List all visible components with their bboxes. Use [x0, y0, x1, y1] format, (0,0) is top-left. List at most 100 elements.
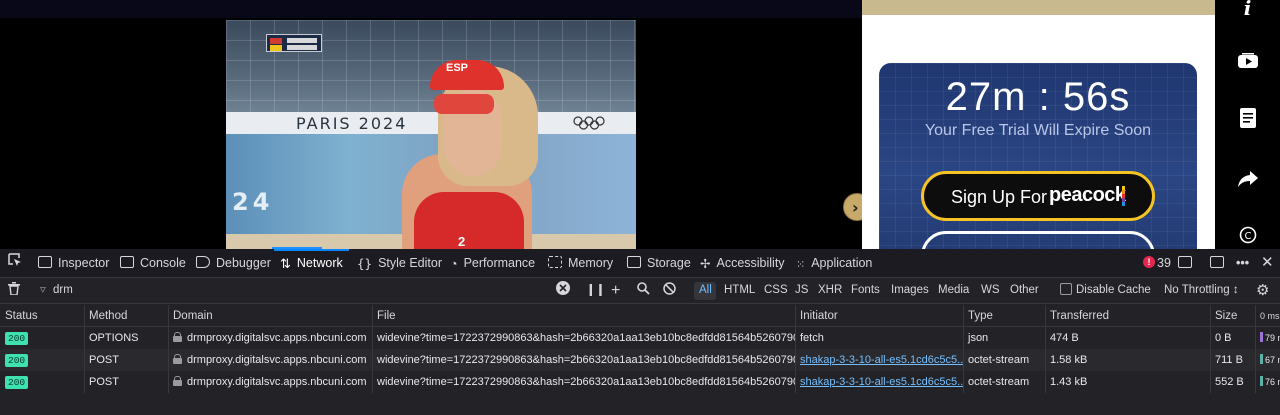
transcript-icon[interactable] [1215, 108, 1280, 133]
tab-application[interactable]: ⁙ Application [796, 249, 872, 277]
block-icon[interactable] [663, 278, 676, 303]
filter-css[interactable]: CSS [764, 278, 788, 303]
search-icon[interactable] [637, 278, 650, 303]
col-type[interactable]: Type [963, 305, 1045, 327]
col-domain[interactable]: Domain [168, 305, 372, 327]
status-cell: 200 [0, 371, 84, 393]
status-cell: 200 [0, 327, 84, 349]
table-row[interactable]: 200 POST drmproxy.digitalsvc.apps.nbcuni… [0, 371, 1280, 393]
filter-images[interactable]: Images [891, 278, 929, 303]
clear-filter-button[interactable] [556, 278, 570, 303]
info-icon[interactable]: i [1215, 0, 1280, 20]
storage-icon [627, 256, 641, 268]
type-cell: json [968, 332, 989, 344]
status-cell: 200 [0, 349, 84, 371]
initiator-link[interactable]: shakap-3-3-10-all-es5.1cd6c5c5... [795, 349, 963, 371]
share-icon[interactable] [1215, 168, 1280, 192]
tab-accessibility[interactable]: ✢ Accessibility [700, 249, 785, 277]
initiator-cell: fetch [800, 332, 824, 344]
tab-debugger[interactable]: Debugger [196, 249, 271, 277]
domain-cell: drmproxy.digitalsvc.apps.nbcuni.com [168, 371, 372, 393]
filter-fonts[interactable]: Fonts [851, 278, 880, 303]
tab-network-label: Network [296, 256, 343, 270]
dock-button[interactable] [1210, 249, 1230, 277]
style-editor-icon: {} [357, 256, 373, 271]
youtube-icon[interactable] [1215, 50, 1280, 74]
chevron-right-icon: › [852, 198, 859, 217]
network-filter-bar: ▿ drm ❙❙ + All HTML CSS JS XHR Fonts Ima… [0, 278, 1280, 304]
clear-filter-icon [556, 281, 570, 295]
filter-ws[interactable]: WS [981, 278, 1000, 303]
close-icon[interactable]: ✕ [1261, 249, 1274, 277]
svg-text:C: C [1244, 231, 1251, 242]
tab-memory[interactable]: Memory [548, 249, 613, 277]
col-transferred[interactable]: Transferred [1045, 305, 1210, 327]
filter-xhr[interactable]: XHR [818, 278, 842, 303]
sign-up-button[interactable]: Sign Up For peacock [921, 171, 1155, 221]
settings-gear-icon[interactable]: ⚙ [1256, 278, 1269, 303]
col-method[interactable]: Method [84, 305, 168, 327]
video-board-text: 24 [232, 188, 274, 216]
tab-accessibility-label: Accessibility [716, 256, 785, 270]
secondary-button[interactable] [921, 231, 1155, 249]
scoreboard-overlay [266, 34, 322, 52]
copyright-icon[interactable]: C [1215, 225, 1280, 249]
col-status[interactable]: Status [0, 305, 84, 327]
responsive-mode-button[interactable] [1178, 249, 1198, 277]
timing-bar [1260, 376, 1263, 386]
lock-icon [173, 332, 182, 342]
col-file[interactable]: File [372, 305, 795, 327]
disable-cache-label: Disable Cache [1076, 284, 1151, 296]
tab-application-label: Application [811, 256, 873, 270]
domain-text: drmproxy.digitalsvc.apps.nbcuni.com [187, 376, 367, 388]
side-rail: i C [1215, 0, 1280, 249]
tab-debugger-label: Debugger [216, 256, 271, 270]
filter-all[interactable]: All [699, 278, 712, 303]
file-cell: widevine?time=1722372990863&hash=2b66320… [377, 354, 795, 366]
table-row[interactable]: 200 POST drmproxy.digitalsvc.apps.nbcuni… [0, 349, 1280, 371]
filter-urls-input[interactable]: drm [53, 278, 533, 303]
timing-text: 67 ms [1265, 355, 1280, 365]
transferred-cell: 1.58 kB [1050, 354, 1088, 366]
status-badge: 200 [5, 354, 29, 367]
disable-cache-checkbox[interactable]: Disable Cache [1060, 278, 1151, 303]
table-row[interactable]: 200 OPTIONS drmproxy.digitalsvc.apps.nbc… [0, 327, 1280, 349]
filter-icon: ▿ [40, 284, 46, 296]
tab-style-editor[interactable]: {} Style Editor [357, 249, 442, 277]
initiator-link[interactable]: shakap-3-3-10-all-es5.1cd6c5c5... [795, 371, 963, 393]
pause-icon[interactable]: ❙❙ [586, 278, 605, 303]
tab-performance-label: Performance [463, 256, 536, 270]
size-cell: 552 B [1215, 376, 1244, 388]
tab-storage[interactable]: Storage [627, 249, 691, 277]
timing-cell: 76 ms [1255, 371, 1280, 393]
tab-inspector[interactable]: Inspector [38, 249, 109, 277]
tab-console[interactable]: Console [120, 249, 186, 277]
col-size[interactable]: Size [1210, 305, 1255, 327]
ad-panel: 27m : 56s Your Free Trial Will Expire So… [862, 0, 1215, 249]
filter-html[interactable]: HTML [724, 278, 755, 303]
tab-memory-label: Memory [568, 256, 614, 270]
filter-js[interactable]: JS [795, 278, 808, 303]
add-icon[interactable]: + [611, 278, 620, 303]
tab-console-label: Console [140, 256, 186, 270]
video-player[interactable]: PARIS 2024 24 ESP 2 [226, 20, 636, 249]
devtools-toolbar: Inspector Console Debugger ⇅ Network {} St… [0, 249, 1280, 278]
clear-requests-button[interactable] [8, 278, 20, 303]
throttling-select[interactable]: No Throttling ↕ [1164, 278, 1239, 303]
tab-storage-label: Storage [647, 256, 691, 270]
player-glasses [434, 94, 494, 114]
col-initiator[interactable]: Initiator [795, 305, 963, 327]
request-table-header: Status Method Domain File Initiator Type… [0, 305, 1280, 327]
trash-icon [8, 282, 20, 296]
filter-media[interactable]: Media [938, 278, 969, 303]
filter-other[interactable]: Other [1010, 278, 1039, 303]
ad-panel-top-bar [862, 0, 1215, 15]
tab-network[interactable]: ⇅ Network [274, 249, 349, 277]
tab-style-editor-label: Style Editor [378, 256, 442, 270]
error-count[interactable]: 39 [1157, 249, 1171, 277]
more-options-icon[interactable]: ••• [1236, 249, 1249, 277]
col-timeline[interactable]: 0 ms [1255, 305, 1280, 327]
tab-performance[interactable]: ◔ Performance [450, 249, 535, 277]
error-icon: ! [1143, 256, 1155, 268]
element-picker-button[interactable] [8, 249, 22, 277]
